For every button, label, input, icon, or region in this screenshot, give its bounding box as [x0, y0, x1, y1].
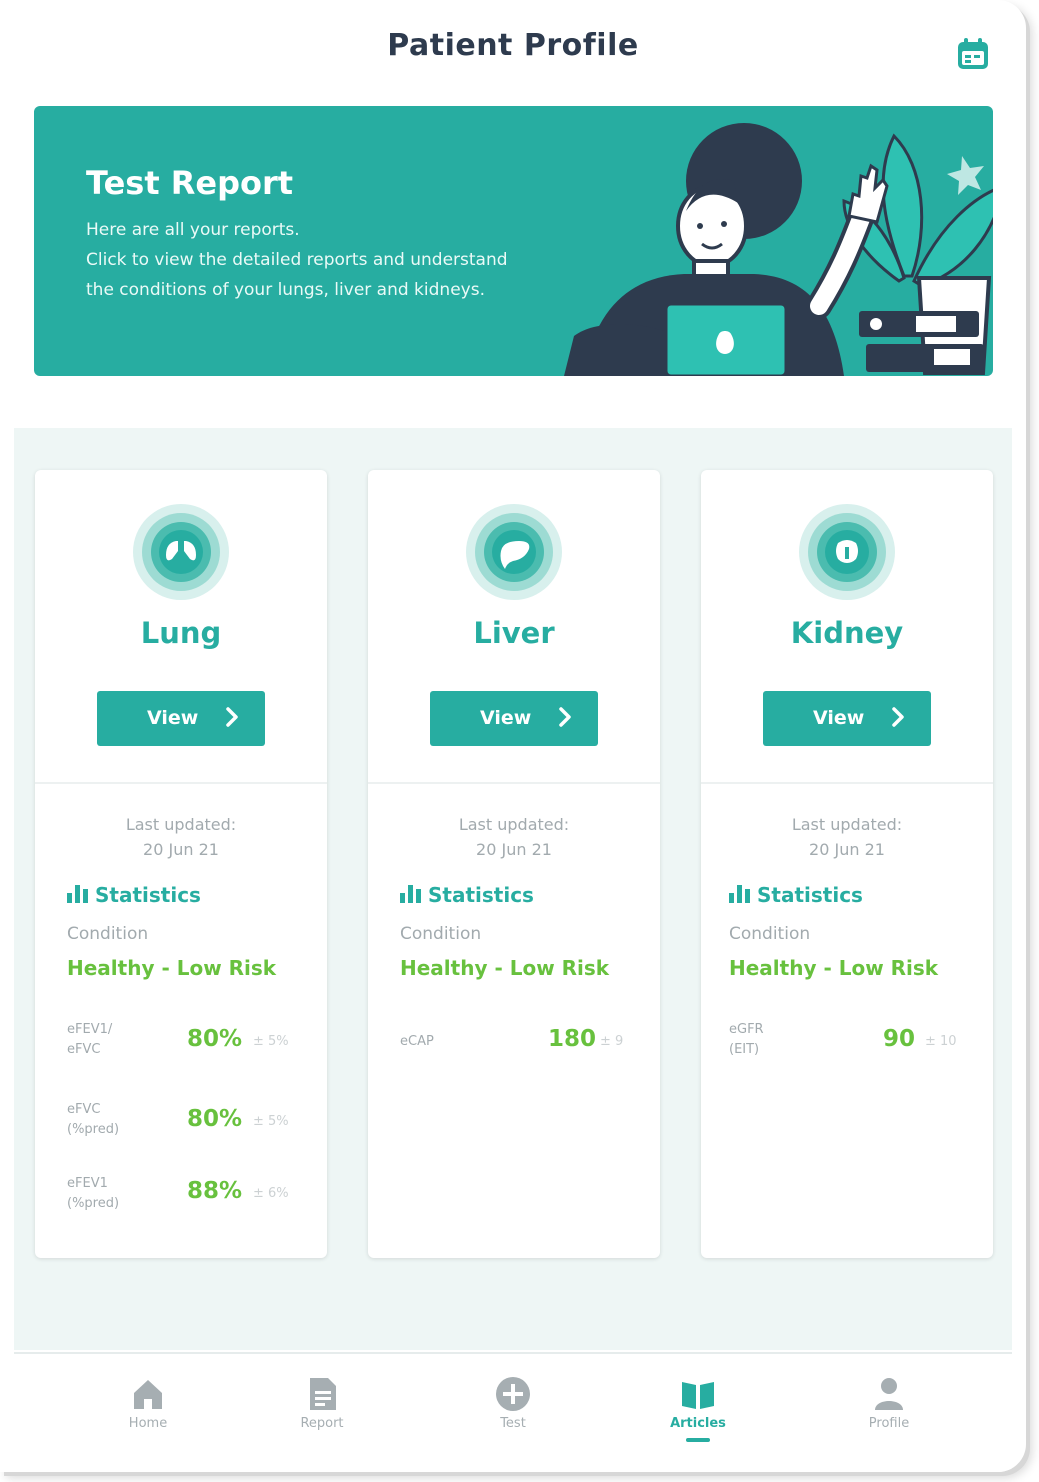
app-frame: Patient Profile Test Report Here are all… [0, 0, 1026, 1472]
report-card-liver: Liver View Last updated: 20 Jun 21 Statis… [368, 470, 660, 1258]
kidney-icon [799, 504, 895, 600]
metric-label: eFEV1/eFVC [67, 1022, 113, 1057]
condition-label: Condition [400, 924, 482, 944]
last-updated-date: 20 Jun 21 [143, 840, 219, 859]
last-updated-label: Last updated: [458, 815, 570, 834]
banner-text-line: Here are all your reports. [86, 220, 300, 240]
bottom-nav: Home Report Test Articles Profile [14, 1352, 1012, 1472]
statistics-label: Statistics [428, 883, 534, 907]
card-divider [701, 782, 993, 784]
view-button-label: View [480, 707, 532, 729]
chevron-right-icon [892, 707, 904, 727]
chevron-right-icon [559, 707, 571, 727]
condition-label: Condition [729, 924, 811, 944]
metric-value: 90 [883, 1026, 916, 1052]
metric-value: 180 [548, 1026, 597, 1052]
active-indicator [686, 1438, 710, 1442]
open-book-icon [682, 1382, 714, 1409]
document-icon [310, 1378, 336, 1410]
metric-tolerance: ± 6% [253, 1186, 289, 1201]
metric-tolerance: ± 5% [253, 1034, 289, 1049]
lungs-icon [133, 504, 229, 600]
page-title: Patient Profile [387, 28, 639, 63]
condition-label: Condition [67, 924, 149, 944]
nav-label: Report [300, 1416, 344, 1431]
doctor-laptop-illustration [564, 123, 993, 376]
view-kidney-button[interactable]: View [763, 691, 931, 746]
chevron-right-icon [226, 707, 238, 727]
statistics-heading: Statistics [400, 883, 534, 907]
bar-chart-icon [400, 885, 421, 903]
card-divider [35, 782, 327, 784]
banner-text-line: Click to view the detailed reports and u… [86, 250, 508, 270]
metric-tolerance: ± 5% [253, 1114, 289, 1129]
statistics-heading: Statistics [729, 883, 863, 907]
nav-label: Test [500, 1416, 526, 1431]
statistics-label: Statistics [95, 883, 201, 907]
home-icon [134, 1380, 162, 1409]
metric-value: 88% [187, 1178, 243, 1204]
nav-item-articles[interactable]: Articles [638, 1354, 758, 1464]
nav-item-home[interactable]: Home [88, 1354, 208, 1464]
view-button-label: View [813, 707, 865, 729]
nav-label: Articles [670, 1416, 726, 1431]
banner-text-line: the conditions of your lungs, liver and … [86, 280, 485, 300]
plus-circle-icon [496, 1377, 530, 1411]
nav-label: Home [128, 1416, 168, 1431]
card-divider [368, 782, 660, 784]
bar-chart-icon [67, 885, 88, 903]
nav-item-report[interactable]: Report [262, 1354, 382, 1464]
metric-value: 80% [187, 1106, 243, 1132]
last-updated-label: Last updated: [791, 815, 903, 834]
metric-label: eCAP [400, 1034, 434, 1049]
metric-label: eGFR (EIT) [729, 1022, 764, 1057]
last-updated: Last updated: 20 Jun 21 [701, 812, 993, 862]
liver-icon [466, 504, 562, 600]
test-report-banner: Test Report Here are all your reports. C… [34, 106, 993, 376]
statistics-label: Statistics [757, 883, 863, 907]
card-title: Lung [140, 616, 222, 650]
last-updated: Last updated: 20 Jun 21 [368, 812, 660, 862]
banner-title: Test Report [86, 164, 294, 202]
view-lung-button[interactable]: View [97, 691, 265, 746]
metric-value: 80% [187, 1026, 243, 1052]
condition-value: Healthy - Low Risk [729, 956, 939, 980]
metric-label: eFEV1 (%pred) [67, 1176, 120, 1211]
bar-chart-icon [729, 885, 750, 903]
calendar-icon[interactable] [956, 37, 990, 71]
nav-item-profile[interactable]: Profile [829, 1354, 949, 1464]
last-updated-label: Last updated: [125, 815, 237, 834]
view-liver-button[interactable]: View [430, 691, 598, 746]
report-card-lung: Lung View Last updated: 20 Jun 21 Statist… [35, 470, 327, 1258]
person-icon [875, 1378, 903, 1410]
last-updated-date: 20 Jun 21 [809, 840, 885, 859]
metric-label: eFVC (%pred) [67, 1102, 120, 1137]
nav-label: Profile [868, 1416, 910, 1431]
card-title: Liver [473, 616, 555, 650]
metric-tolerance: ± 10 [925, 1034, 957, 1049]
last-updated-date: 20 Jun 21 [476, 840, 552, 859]
card-title: Kidney [790, 616, 904, 650]
report-card-kidney: Kidney View Last updated: 20 Jun 21 Stati… [701, 470, 993, 1258]
nav-item-test[interactable]: Test [453, 1354, 573, 1464]
condition-value: Healthy - Low Risk [67, 956, 277, 980]
last-updated: Last updated: 20 Jun 21 [35, 812, 327, 862]
view-button-label: View [147, 707, 199, 729]
metric-tolerance: ± 9 [600, 1034, 624, 1049]
condition-value: Healthy - Low Risk [400, 956, 610, 980]
statistics-heading: Statistics [67, 883, 201, 907]
